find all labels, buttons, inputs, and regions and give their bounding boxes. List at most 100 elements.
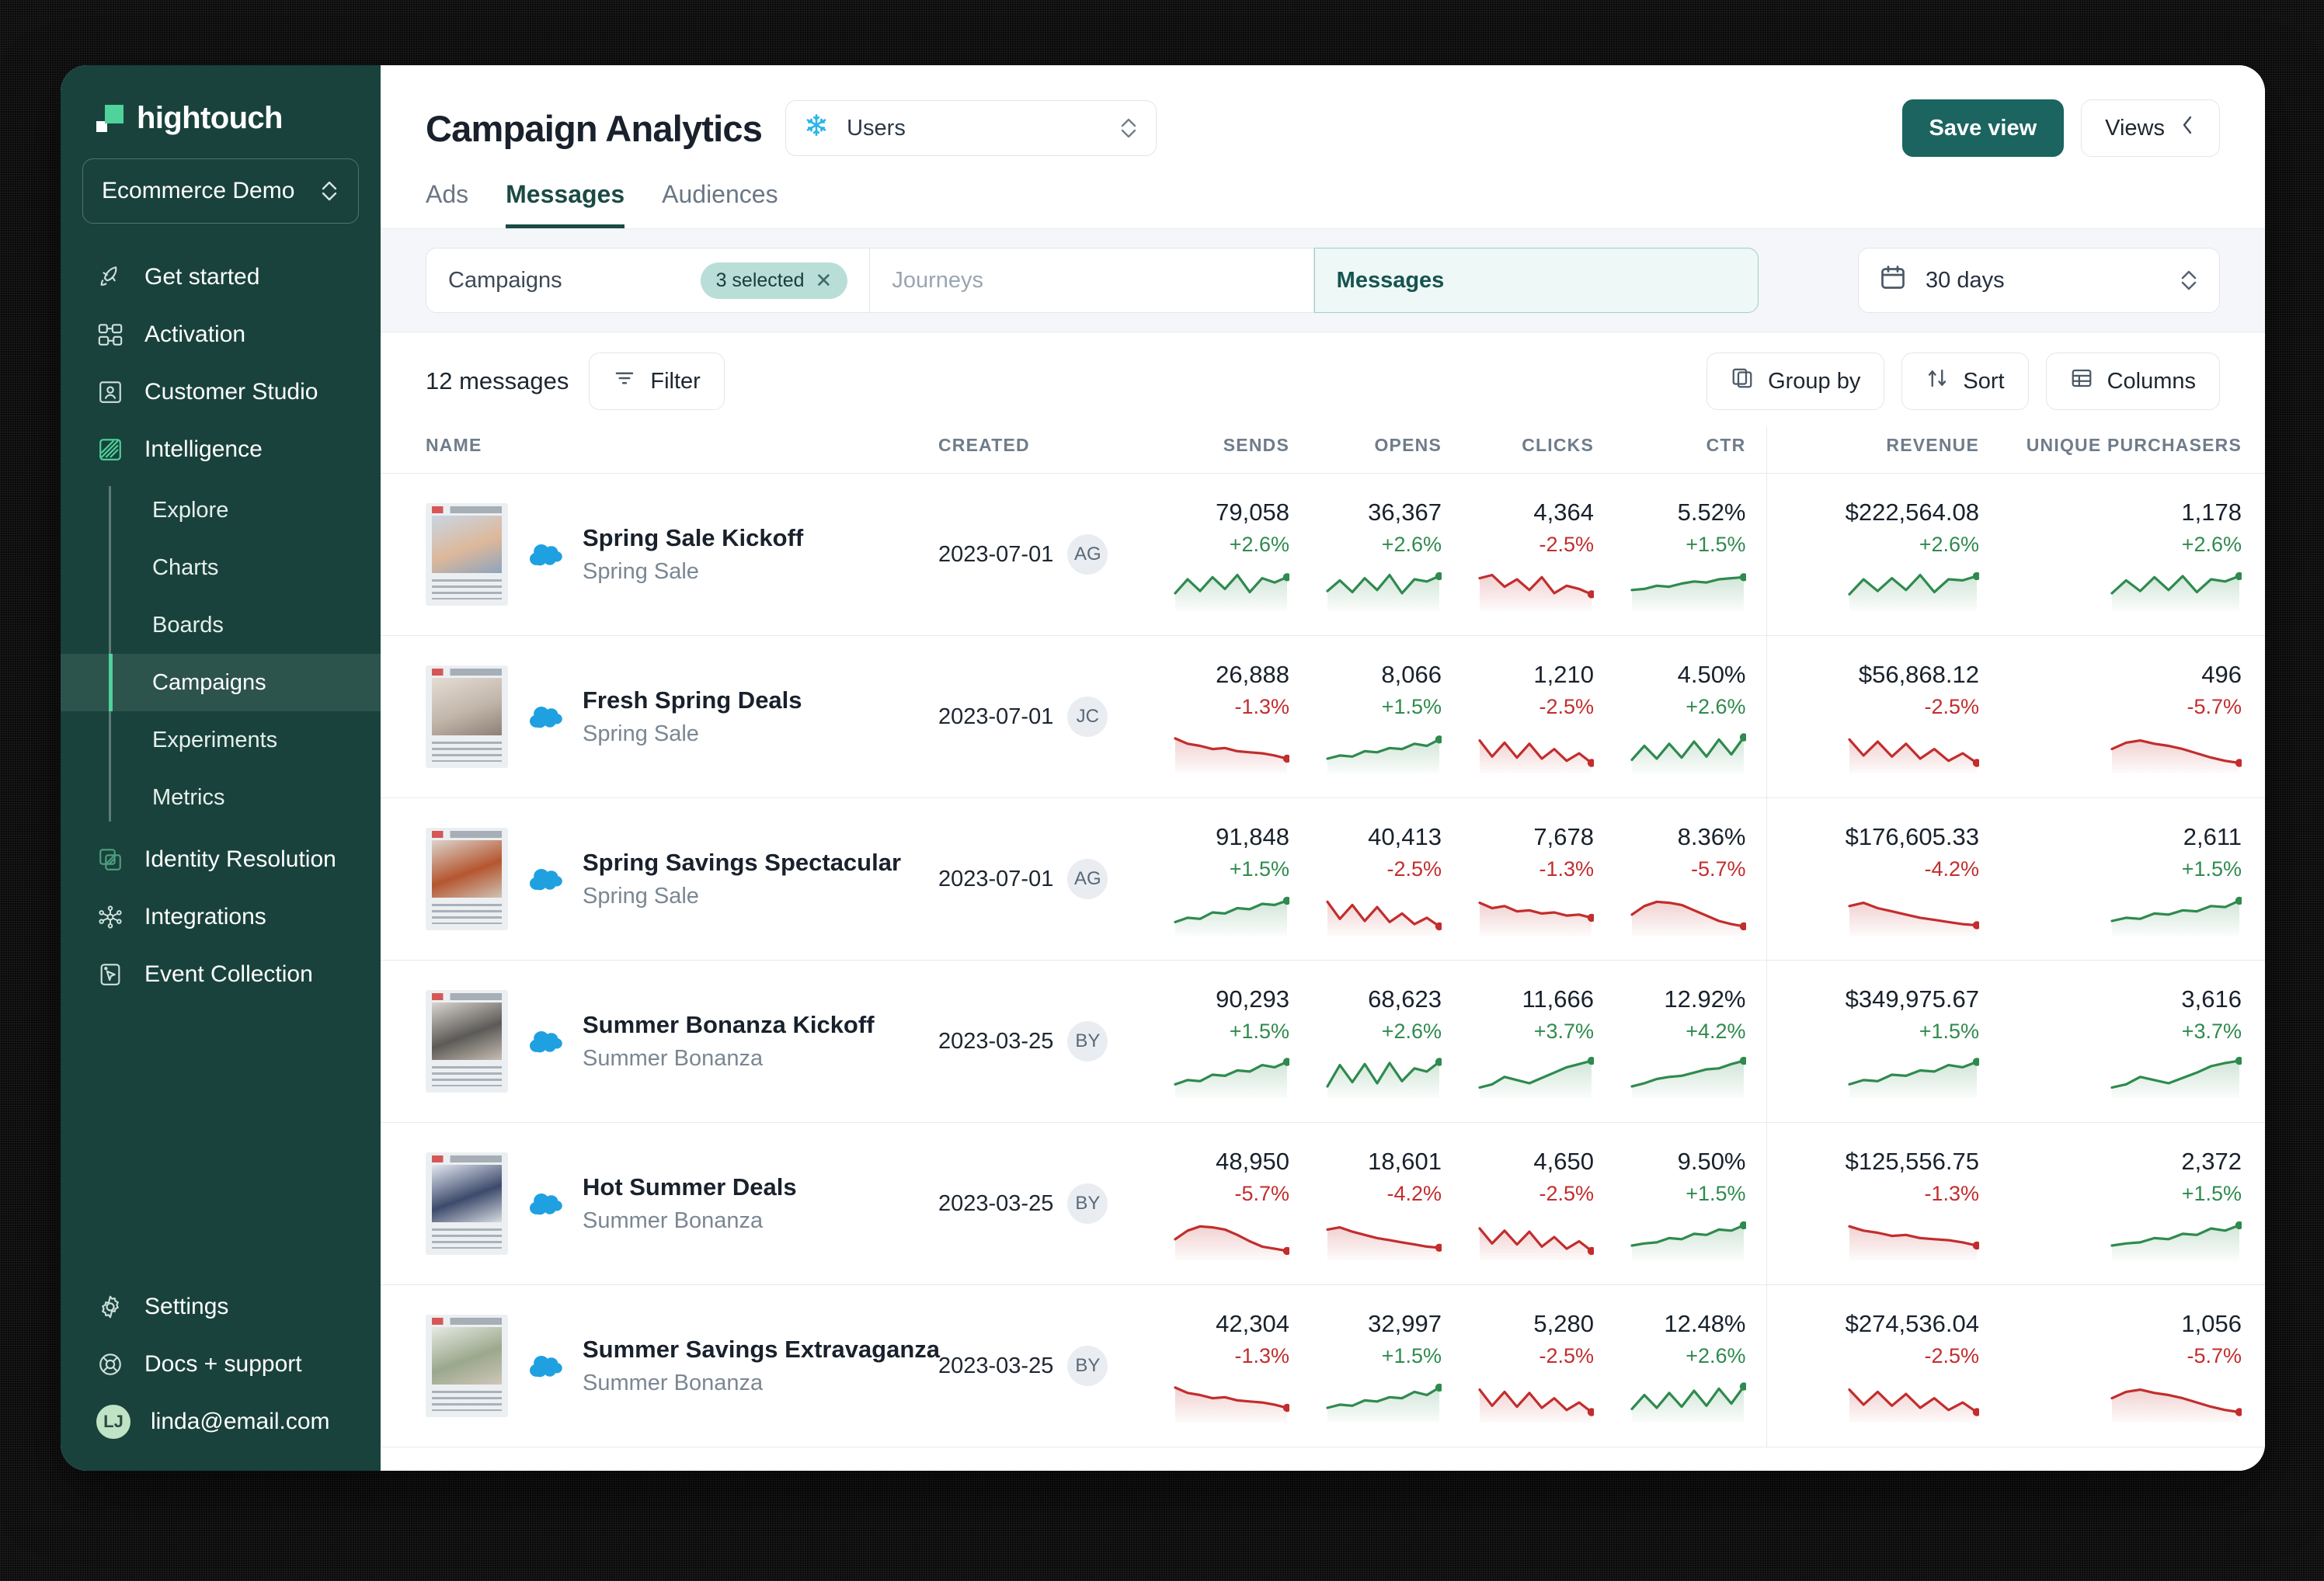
table-row[interactable]: Hot Summer Deals Summer Bonanza 2023-03-25… [381,1122,2265,1285]
created-date: 2023-03-25 [938,1028,1054,1054]
sidebar-item-label: Activation [144,321,246,347]
sparkline-chart [1999,566,2242,611]
metric-delta: -2.5% [1539,694,1594,718]
sidebar-item-charts[interactable]: Charts [61,539,381,596]
sidebar-item-event-collection[interactable]: Event Collection [61,946,381,1003]
table-cell-metric: 5,280 -2.5% [1462,1284,1614,1447]
activation-icon [96,321,124,349]
table-cell-metric: 1,210 -2.5% [1462,635,1614,798]
sparkline-chart [1157,1215,1289,1260]
sidebar-item-integrations[interactable]: Integrations [61,888,381,946]
customer-studio-icon [96,378,124,406]
metric-value: 1,210 [1533,660,1594,688]
messages-table: NAME CREATED SENDS OPENS CLICKS CTR REVE… [381,427,2265,1447]
group-by-label: Group by [1768,368,1861,394]
sidebar-item-settings[interactable]: Settings [61,1278,381,1336]
calendar-icon [1879,263,1907,297]
campaigns-selected-badge[interactable]: 3 selected ✕ [700,262,848,299]
message-thumbnail [426,665,508,768]
column-header-revenue[interactable]: REVENUE [1766,427,1999,474]
sidebar-item-activation[interactable]: Activation [61,306,381,363]
sidebar-item-customer-studio[interactable]: Customer Studio [61,363,381,421]
sidebar-subitem-label: Charts [152,554,219,580]
tab-ads[interactable]: Ads [426,180,468,228]
table-cell-metric: $125,556.75 -1.3% [1766,1122,1999,1285]
hightouch-logo-icon [96,104,124,132]
sidebar-item-boards[interactable]: Boards [61,596,381,654]
sidebar-item-label: Integrations [144,904,266,929]
column-header-clicks[interactable]: CLICKS [1462,427,1614,474]
metric-delta: -1.3% [1924,1181,1979,1205]
close-icon[interactable]: ✕ [816,269,833,293]
views-button[interactable]: Views [2081,99,2220,157]
sparkline-chart [1462,1053,1594,1098]
columns-button[interactable]: Columns [2045,353,2220,410]
message-thumbnail [426,1152,508,1255]
message-campaign: Summer Bonanza [583,1046,764,1071]
metric-value: 4,650 [1533,1147,1594,1175]
table-cell-metric: 4,364 -2.5% [1462,473,1614,636]
date-range-value: 30 days [1926,267,2005,293]
filter-button[interactable]: Filter [589,353,725,410]
column-header-sends[interactable]: SENDS [1157,427,1310,474]
sidebar-item-campaigns[interactable]: Campaigns [61,654,381,711]
table-row[interactable]: Spring Savings Spectacular Spring Sale 202… [381,797,2265,961]
sidebar-item-label: Docs + support [144,1351,302,1377]
sidebar-item-metrics[interactable]: Metrics [61,769,381,826]
metric-delta: -4.2% [1924,857,1979,881]
sidebar-subitem-label: Metrics [152,784,225,810]
sidebar-item-label: Identity Resolution [144,846,336,872]
sidebar-item-docs-support[interactable]: Docs + support [61,1336,381,1393]
sparkline-chart [1462,891,1594,936]
sidebar-item-explore[interactable]: Explore [61,481,381,539]
metric-value: 12.92% [1664,985,1746,1013]
entity-select[interactable]: Users [785,100,1157,156]
metric-delta: -1.3% [1234,694,1289,718]
sidebar-item-intelligence[interactable]: Intelligence [61,421,381,478]
table-row[interactable]: Summer Savings Extravaganza Summer Bonanz… [381,1284,2265,1447]
filter-campaigns[interactable]: Campaigns 3 selected ✕ [426,248,871,313]
table-cell-metric: 18,601 -4.2% [1310,1122,1462,1285]
filter-journeys[interactable]: Journeys [870,248,1314,313]
salesforce-icon [528,1024,562,1058]
sort-button[interactable]: Sort [1901,353,2029,410]
filter-messages-label: Messages [1336,267,1445,293]
date-range-select[interactable]: 30 days [1858,248,2220,313]
sparkline-chart [1614,1053,1746,1098]
group-by-icon [1731,367,1754,396]
table-row[interactable]: Summer Bonanza Kickoff Summer Bonanza 2023… [381,960,2265,1123]
table-cell-metric: 42,304 -1.3% [1157,1284,1310,1447]
event-collection-icon [96,961,124,989]
table-row[interactable]: Fresh Spring Deals Spring Sale 2023-07-01 J… [381,635,2265,798]
column-header-ctr[interactable]: CTR [1614,427,1766,474]
workspace-switcher[interactable]: Ecommerce Demo [82,158,359,224]
filter-segment-group: Campaigns 3 selected ✕ Journeys Messages [426,248,1759,313]
tab-audiences[interactable]: Audiences [662,180,778,228]
message-name: Spring Savings Spectacular [583,849,902,876]
column-header-unique-purchasers[interactable]: UNIQUE PURCHASERS [1999,427,2265,474]
table-cell-metric: $222,564.08 +2.6% [1766,473,1999,636]
table-row[interactable]: Spring Sale Kickoff Spring Sale 2023-07-01… [381,473,2265,636]
sidebar-item-identity-resolution[interactable]: Identity Resolution [61,831,381,888]
group-by-button[interactable]: Group by [1706,353,1885,410]
sparkline-chart [1310,1378,1442,1423]
save-view-button[interactable]: Save view [1901,99,2065,157]
sidebar-item-experiments[interactable]: Experiments [61,711,381,769]
column-header-opens[interactable]: OPENS [1310,427,1462,474]
table-cell-metric: 36,367 +2.6% [1310,473,1462,636]
sidebar-item-account[interactable]: LJ linda@email.com [61,1393,381,1451]
sidebar-item-get-started[interactable]: Get started [61,248,381,306]
app-window: hightouch Ecommerce Demo Get started Act… [61,65,2265,1471]
page-header: Campaign Analytics Users Save view Views… [381,65,2265,228]
tab-messages[interactable]: Messages [506,180,625,228]
message-count: 12 messages [426,367,569,394]
table-cell-metric: $274,536.04 -2.5% [1766,1284,1999,1447]
column-header-created[interactable]: CREATED [924,427,1157,474]
sparkline-chart [1793,728,1979,773]
app-logo[interactable]: hightouch [61,65,381,137]
metric-value: 32,997 [1368,1309,1442,1337]
filter-messages[interactable]: Messages [1313,248,1759,313]
column-header-name[interactable]: NAME [381,427,924,474]
table-cell-metric: 90,293 +1.5% [1157,960,1310,1123]
filter-icon [613,367,636,396]
